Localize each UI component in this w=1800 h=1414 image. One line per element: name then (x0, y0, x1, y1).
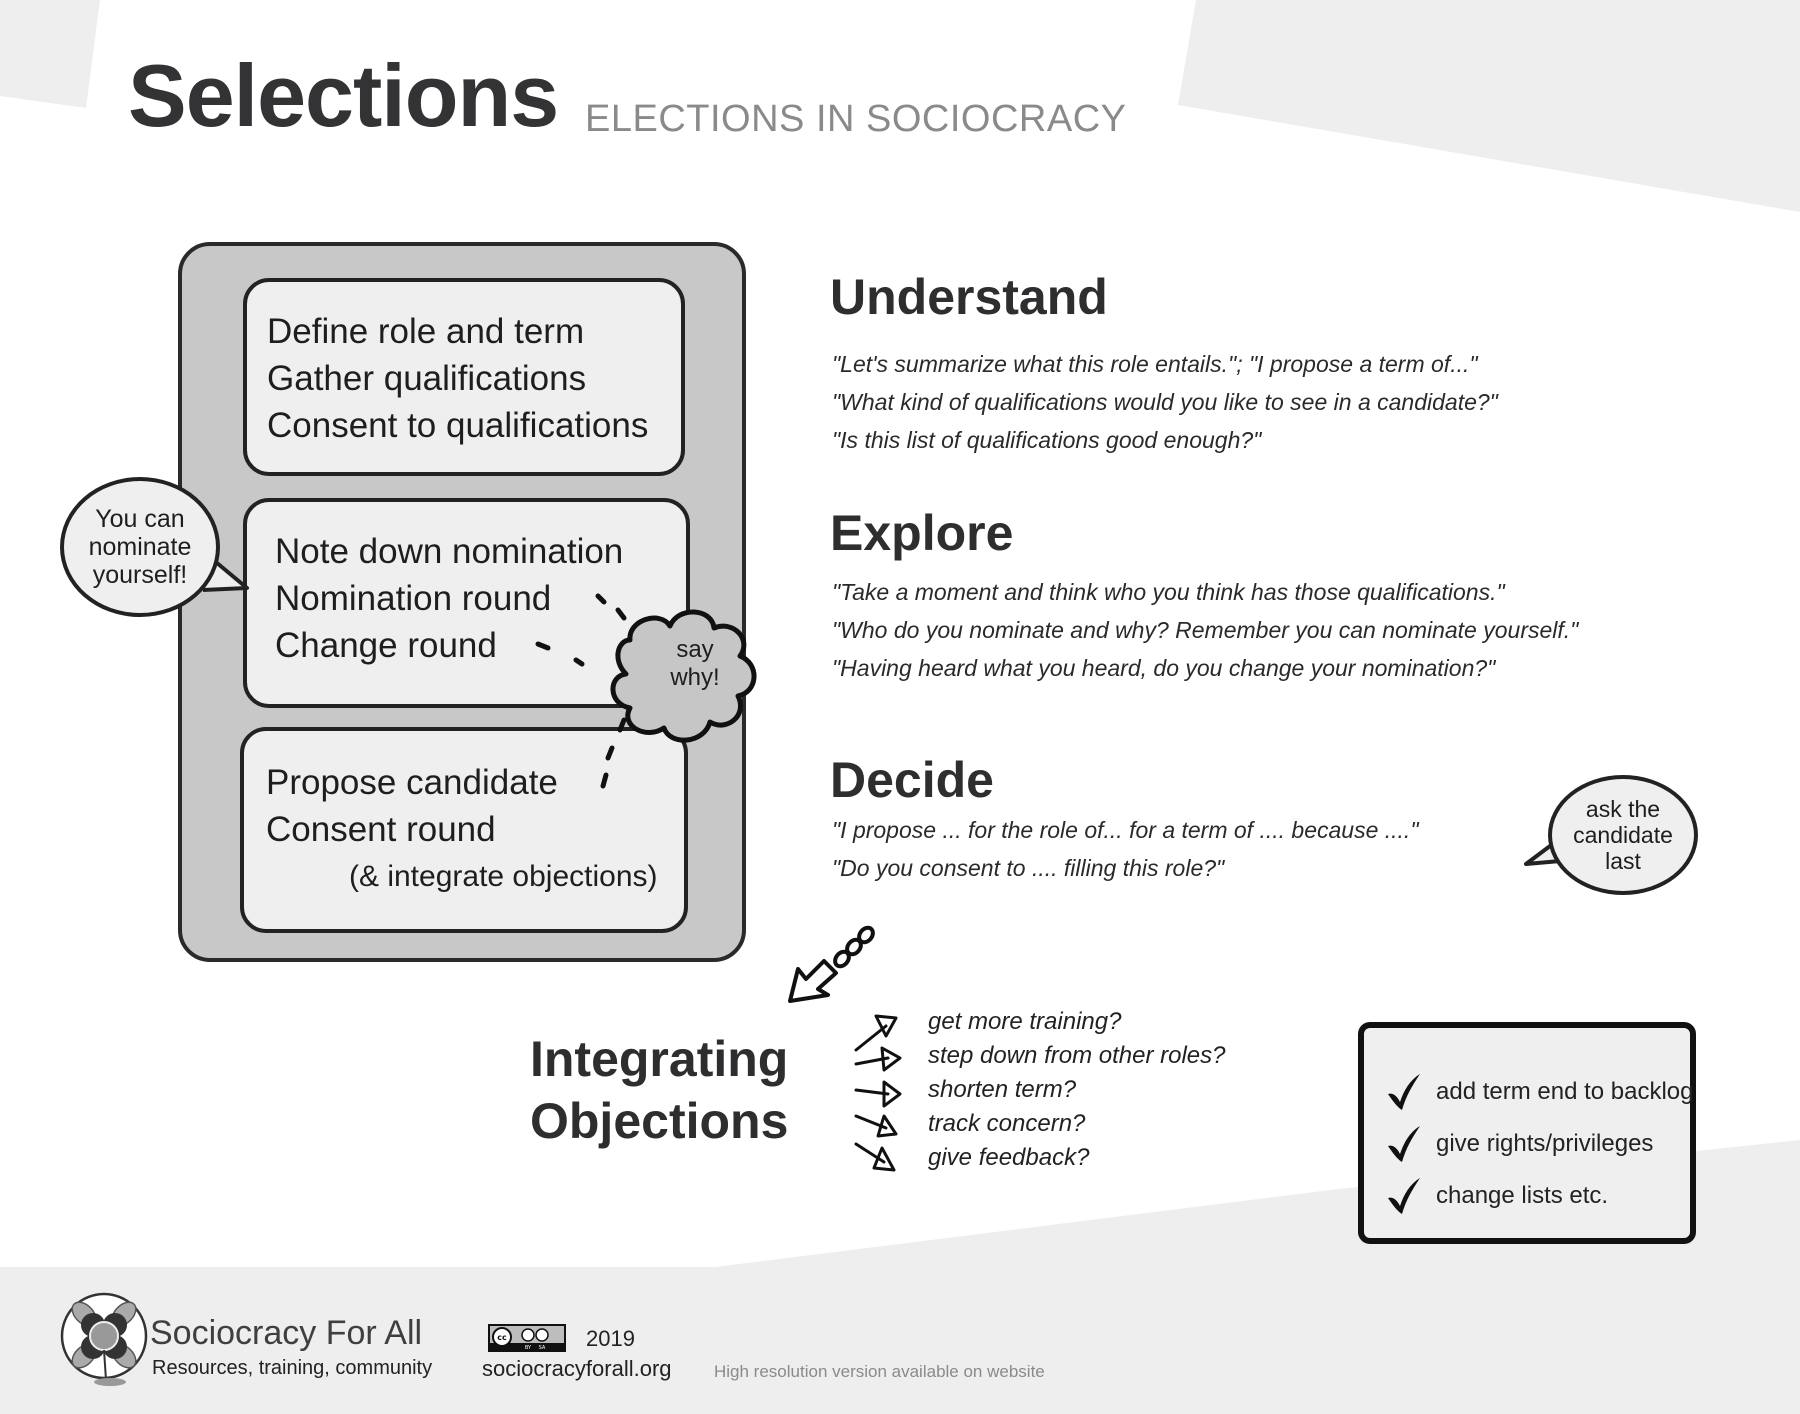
checkmark-icon (1388, 1126, 1420, 1162)
quote-line: "Let's summarize what this role entails.… (832, 351, 1478, 377)
page-subtitle: ELECTIONS IN SOCIOCRACY (585, 98, 1127, 140)
bubble-text: candidate (1573, 822, 1673, 848)
bubble-text: nominate (88, 533, 192, 561)
quote-line: "Who do you nominate and why? Remember y… (832, 617, 1579, 643)
cloud-line: why! (670, 664, 720, 691)
quote-line: "Having heard what you heard, do you cha… (832, 655, 1496, 681)
objection-options-list: get more training? step down from other … (928, 1005, 1225, 1175)
after-election-checklist: add term end to backlog give rights/priv… (1358, 1022, 1696, 1244)
cc-license-badge[interactable]: cc BY SA (488, 1324, 566, 1352)
step-line: Note down nomination (275, 532, 624, 571)
decide-quotes: "I propose ... for the role of... for a … (832, 811, 1419, 887)
step-line: Gather qualifications (267, 359, 587, 398)
checkmark-icon (1388, 1074, 1420, 1110)
bg-shape-top-left (0, 0, 100, 108)
copyright-year: 2019 (586, 1326, 635, 1351)
integrating-objections-title: Integrating Objections (530, 1028, 788, 1152)
checklist-item: change lists etc. (1386, 1170, 1690, 1222)
explore-heading: Explore (830, 505, 1014, 561)
org-tagline: Resources, training, community (152, 1357, 433, 1379)
step-line: Consent round (266, 810, 496, 849)
objection-option: get more training? (928, 1008, 1122, 1035)
bubble-text: ask the (1585, 796, 1661, 822)
step-understand-box: Define role and term Gather qualificatio… (243, 278, 685, 476)
checklist-item: add term end to backlog (1386, 1066, 1694, 1118)
cc-by-sa-icon: cc BY SA (490, 1326, 564, 1351)
objection-option: track concern? (928, 1110, 1086, 1137)
down-left-arrow-icon (788, 925, 875, 1003)
understand-heading: Understand (830, 269, 1108, 325)
website-link[interactable]: sociocracyforall.org (482, 1358, 672, 1380)
quote-line: "Do you consent to .... filling this rol… (832, 855, 1225, 881)
say-why-text: say why! (640, 636, 750, 692)
title-line: Objections (530, 1093, 789, 1149)
checklist-text: change lists etc. (1436, 1182, 1609, 1209)
step-line: Define role and term (267, 312, 585, 351)
checklist-item: give rights/privileges (1386, 1118, 1690, 1170)
step-line: Consent to qualifications (267, 406, 649, 445)
sa-label: SA (539, 1345, 546, 1350)
bubble-text: You can (95, 505, 185, 533)
quote-line: "What kind of qualifications would you l… (832, 389, 1498, 415)
objection-option: shorten term? (928, 1076, 1077, 1103)
quote-line: "Take a moment and think who you think h… (832, 579, 1505, 605)
objection-option: step down from other roles? (928, 1042, 1226, 1069)
checklist-text: add term end to backlog (1436, 1078, 1694, 1105)
option-arrows-icon (854, 1014, 902, 1172)
org-name: Sociocracy For All (150, 1314, 423, 1352)
quote-line: "I propose ... for the role of... for a … (832, 817, 1419, 843)
cc-label: cc (497, 1333, 507, 1342)
hires-note: High resolution version available on web… (714, 1362, 1045, 1381)
bg-shape-top-right (1178, 0, 1800, 212)
objection-option: give feedback? (928, 1144, 1090, 1171)
ask-candidate-last-bubble: ask the candidate last (1548, 775, 1698, 895)
page-title: Selections (128, 46, 559, 145)
by-label: BY (525, 1345, 532, 1350)
decide-heading: Decide (830, 752, 994, 808)
step-subline: (& integrate objections) (349, 860, 658, 893)
checklist-text: give rights/privileges (1436, 1130, 1654, 1157)
nominate-yourself-bubble: You can nominate yourself! (60, 477, 220, 617)
cloud-line: say (676, 636, 714, 663)
quote-line: "Is this list of qualifications good eno… (832, 427, 1262, 453)
title-line: Integrating (530, 1031, 789, 1087)
sociocracy-for-all-logo-icon (60, 1292, 148, 1386)
explore-quotes: "Take a moment and think who you think h… (832, 573, 1578, 687)
bubble-text: last (1605, 848, 1641, 874)
bubble-text: yourself! (92, 561, 188, 589)
understand-quotes: "Let's summarize what this role entails.… (832, 345, 1498, 459)
checkmark-icon (1388, 1178, 1420, 1214)
